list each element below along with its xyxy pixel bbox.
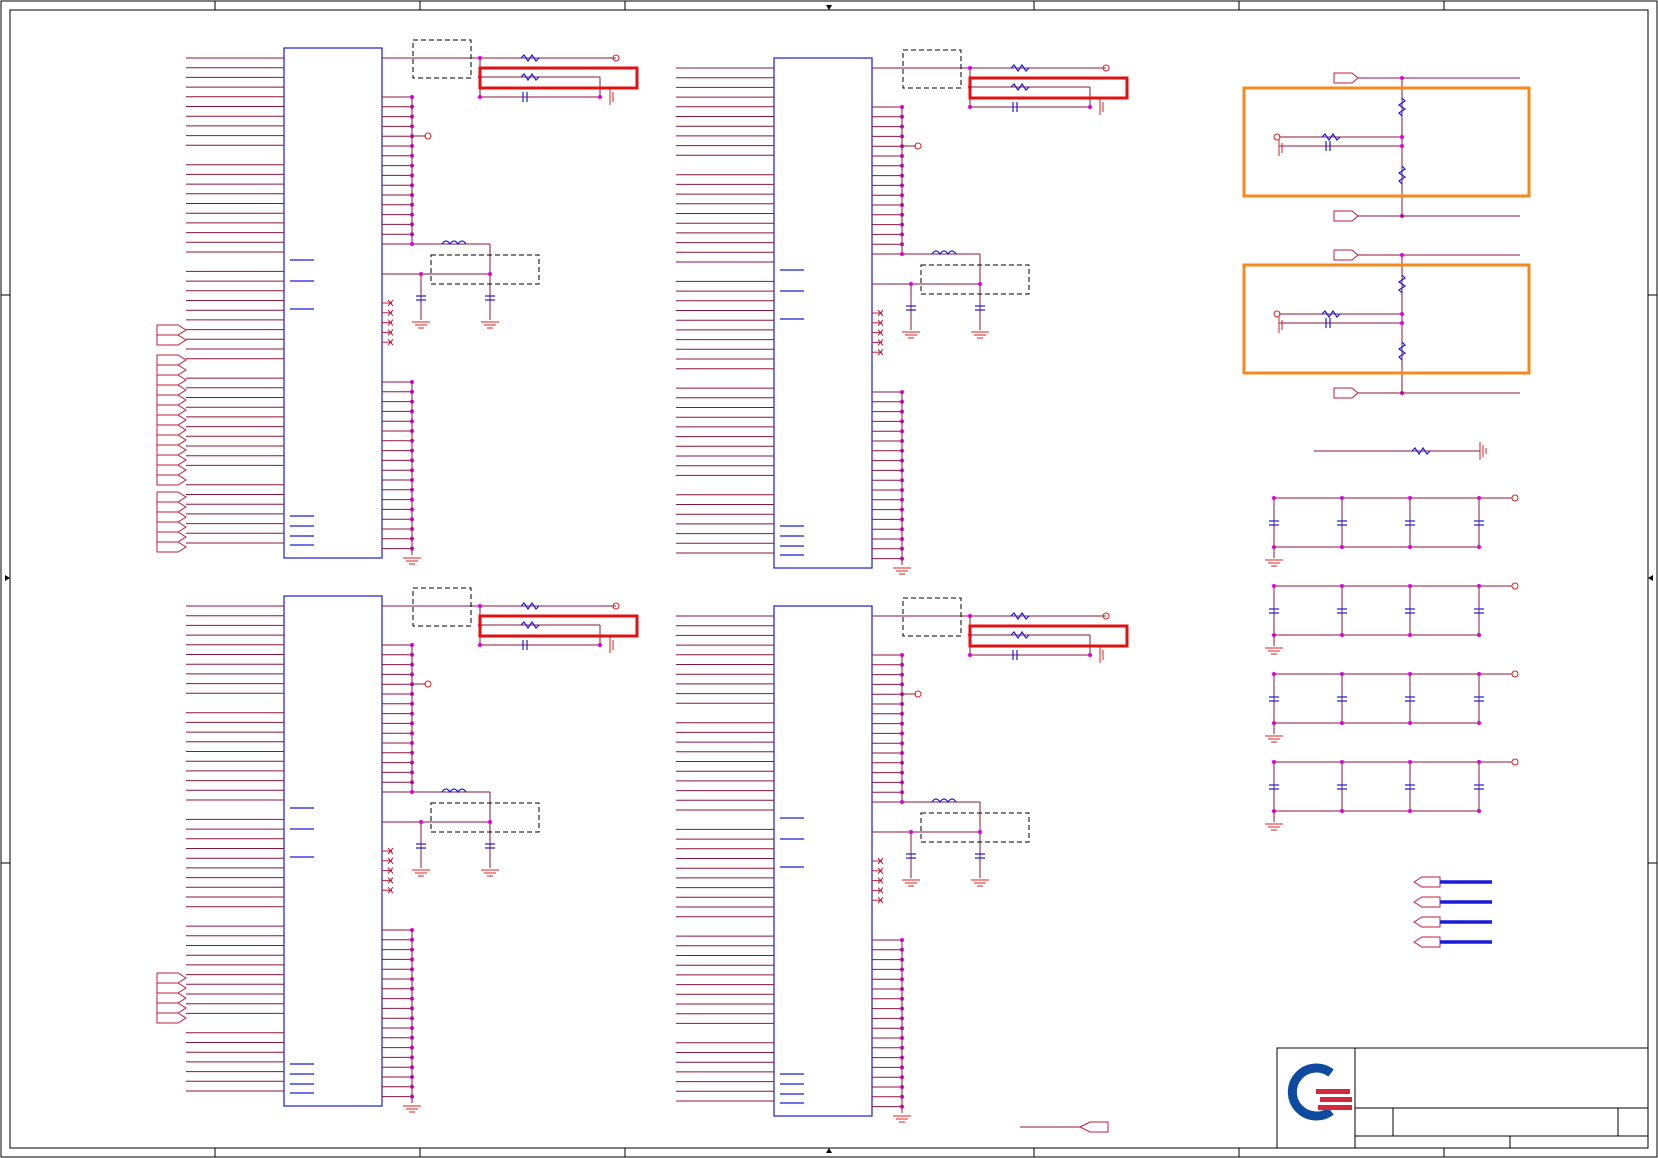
offpage-connector-icon <box>156 404 187 416</box>
highlight-box-orange-1 <box>1242 86 1531 198</box>
offpage-connector-icon <box>156 474 187 486</box>
ground-symbol-icon <box>1265 559 1283 567</box>
memory-chip-body <box>283 595 383 1107</box>
offpage-connector-icon <box>156 384 187 396</box>
memory-chip-block <box>156 587 639 1113</box>
highlight-box-red <box>968 624 1129 648</box>
net-stubs <box>1413 876 1492 948</box>
highlight-box-orange-2 <box>1242 263 1531 375</box>
dashed-annotation-box <box>430 254 540 285</box>
offpage-connector-icon <box>156 334 187 346</box>
ground-symbol-icon <box>902 331 920 339</box>
dashed-annotation-box <box>412 39 472 79</box>
ground-symbol-icon <box>1265 647 1283 655</box>
decoupling-capacitor-bank <box>1265 670 1519 743</box>
power-port-icon <box>1511 758 1519 766</box>
offpage-connector-bottom <box>1020 1121 1109 1133</box>
power-port-icon <box>1511 494 1519 502</box>
highlight-box-red <box>478 614 639 638</box>
dashed-annotation-box <box>920 812 1030 843</box>
ground-symbol-icon <box>403 557 421 565</box>
dashed-annotation-box <box>430 802 540 833</box>
ground-symbol-icon <box>1265 735 1283 743</box>
offpage-connector-icon <box>156 324 187 336</box>
offpage-connector-icon <box>156 521 187 533</box>
offpage-connector-icon <box>156 531 187 543</box>
ground-symbol-icon <box>1265 823 1283 831</box>
memory-chip-body <box>283 47 383 559</box>
ground-symbol-icon <box>403 1105 421 1113</box>
offpage-connector-icon <box>156 374 187 386</box>
ground-symbol-icon <box>893 1115 911 1123</box>
power-port-icon <box>1511 582 1519 590</box>
dashed-annotation-box <box>920 264 1030 295</box>
offpage-connector-icon <box>156 394 187 406</box>
decoupling-capacitor-bank <box>1265 758 1519 831</box>
ground-symbol-icon <box>971 879 989 887</box>
schematic-sheet <box>0 0 1658 1158</box>
company-logo-icon <box>1287 1063 1352 1121</box>
ground-symbol-icon <box>971 331 989 339</box>
memory-chip-block <box>676 49 1129 575</box>
termination-network-2 <box>1242 249 1531 399</box>
pulldown-resistor <box>1314 442 1487 460</box>
memory-chip-block <box>676 597 1129 1123</box>
offpage-connector-icon <box>156 1012 187 1024</box>
offpage-connector-icon <box>156 1002 187 1014</box>
decoupling-capacitor-bank <box>1265 582 1519 655</box>
offpage-connector-icon <box>156 414 187 426</box>
offpage-connector-icon <box>156 501 187 513</box>
ground-symbol-icon <box>481 869 499 877</box>
dashed-annotation-box <box>902 597 962 637</box>
memory-chip-body <box>773 57 873 569</box>
ground-symbol-icon <box>893 567 911 575</box>
memory-chip-blocks <box>156 39 1129 1123</box>
dashed-annotation-box <box>902 49 962 89</box>
ground-symbol-icon <box>481 321 499 329</box>
termination-network-1 <box>1242 72 1531 222</box>
offpage-connector-icon <box>156 424 187 436</box>
title-block <box>1276 1047 1649 1149</box>
offpage-connector-icon <box>156 541 187 553</box>
offpage-connector-icon <box>156 972 187 984</box>
memory-chip-body <box>773 605 873 1117</box>
offpage-connector-icon <box>156 982 187 994</box>
ground-symbol-icon <box>902 879 920 887</box>
offpage-connector-icon <box>156 464 187 476</box>
decoupling-capacitor-banks <box>1265 494 1519 831</box>
highlight-box-red <box>478 66 639 90</box>
power-port-icon <box>1511 670 1519 678</box>
offpage-connector-icon <box>156 454 187 466</box>
offpage-connector-icon <box>156 992 187 1004</box>
offpage-connector-icon <box>156 354 187 366</box>
dashed-annotation-box <box>412 587 472 627</box>
offpage-connector-icon <box>156 511 187 523</box>
offpage-connector-icon <box>156 444 187 456</box>
ground-symbol-icon <box>412 869 430 877</box>
highlight-box-red <box>968 76 1129 100</box>
memory-chip-block <box>156 39 639 565</box>
decoupling-capacitor-bank <box>1265 494 1519 567</box>
offpage-connector-icon <box>156 434 187 446</box>
ground-symbol-icon <box>412 321 430 329</box>
offpage-connector-icon <box>156 364 187 376</box>
offpage-connector-icon <box>156 491 187 503</box>
